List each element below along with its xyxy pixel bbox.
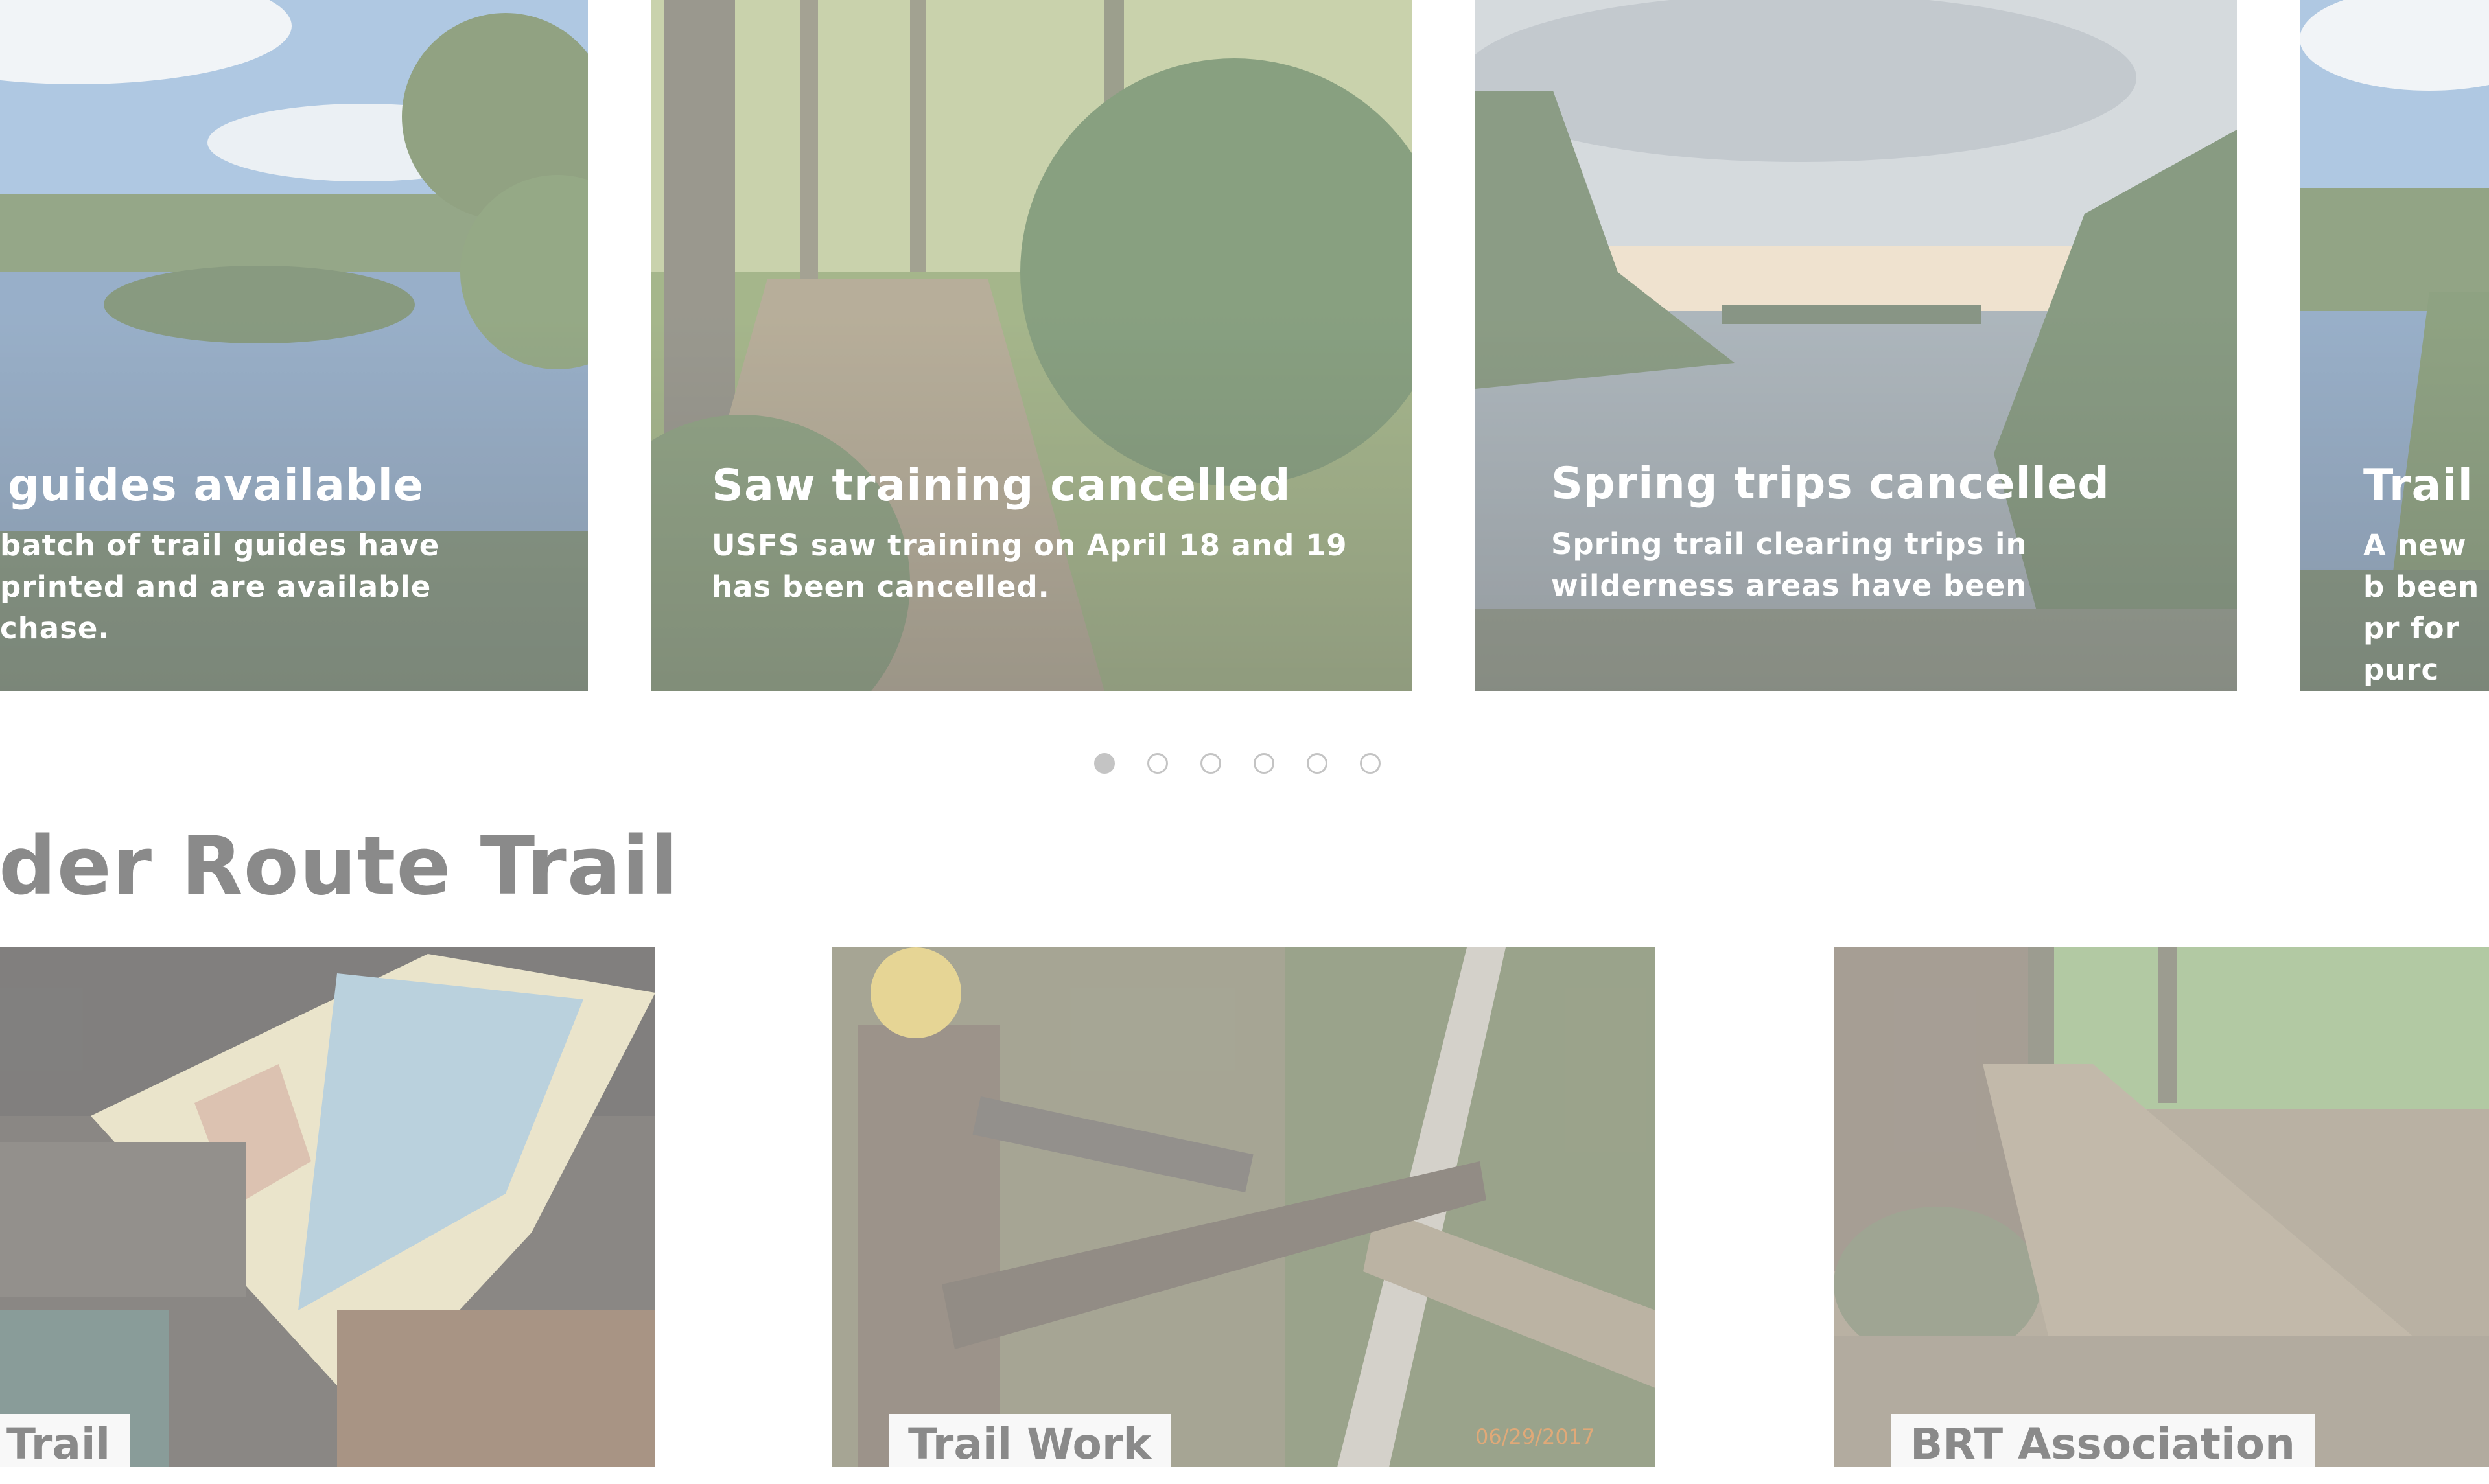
slide-text: USFS saw training on April 18 and 19 has… [712,528,1348,604]
slide-text: batch of trail guides have printed and a… [0,528,440,645]
card-label[interactable]: Trail [0,1414,130,1467]
slide-title[interactable]: guides available [8,460,424,511]
carousel-dot-6[interactable] [1360,753,1381,774]
slide-title[interactable]: Trail g [2363,460,2489,511]
carousel-dot-2[interactable] [1147,753,1168,774]
card-overlay [1834,947,2489,1467]
carousel-dot-4[interactable] [1254,753,1274,774]
card-overlay [832,947,1655,1467]
carousel-slide-saw-training[interactable]: Saw training cancelled USFS saw training… [651,0,1412,691]
card-label[interactable]: BRT Association [1891,1414,2315,1467]
photo-date-stamp: 06/29/2017 [1475,1424,1595,1449]
card-label[interactable]: Trail Work [889,1414,1171,1467]
slide-text: A new b been pr for purc [2363,528,2480,687]
carousel-slide-trail-guides[interactable]: guides available batch of trail guides h… [0,0,588,691]
card-overlay [0,947,655,1467]
carousel-slide-trail-guide-next[interactable]: Trail g A new b been pr for purc [2300,0,2489,691]
carousel-dot-1[interactable] [1094,753,1115,774]
card-trail[interactable]: Trail [0,947,655,1467]
carousel-dot-5[interactable] [1307,753,1327,774]
section-title: der Route Trail [0,820,679,913]
carousel-pagination [1094,753,1381,776]
slide-title[interactable]: Saw training cancelled [712,460,1291,511]
card-trail-work[interactable]: 06/29/2017 Trail Work [832,947,1655,1467]
slide-title[interactable]: Spring trips cancelled [1551,458,2110,509]
carousel-dot-3[interactable] [1200,753,1221,774]
card-brt-association[interactable]: BRT Association [1834,947,2489,1467]
carousel-slide-spring-trips[interactable]: Spring trips cancelled Spring trail clea… [1475,0,2237,691]
slide-text: Spring trail clearing trips in wildernes… [1551,527,2027,603]
